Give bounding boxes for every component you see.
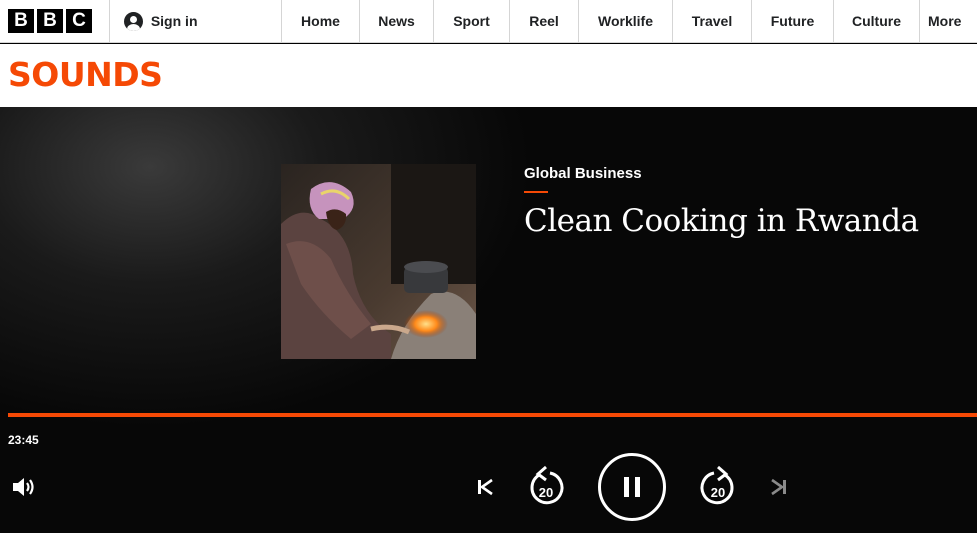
elapsed-time: 23:45 (8, 433, 39, 447)
bbc-top-navigation: B B C Sign in Home News Sport Reel Workl… (0, 0, 977, 43)
nav-link-future[interactable]: Future (751, 0, 833, 42)
nav-link-reel[interactable]: Reel (509, 0, 578, 42)
nav-link-more[interactable]: More (919, 0, 977, 42)
rewind-seconds: 20 (538, 485, 554, 500)
nav-links: Home News Sport Reel Worklife Travel Fut… (281, 0, 977, 42)
nav-link-news[interactable]: News (359, 0, 433, 42)
user-account-icon (123, 11, 143, 31)
programme-title-accent (524, 191, 548, 193)
sign-in-link[interactable]: Sign in (108, 0, 281, 42)
skip-previous-icon (478, 478, 493, 496)
pause-icon (624, 477, 640, 497)
bbc-logo-letter: B (8, 9, 34, 33)
nav-link-culture[interactable]: Culture (833, 0, 919, 42)
volume-button[interactable] (10, 474, 40, 500)
rewind-20-button[interactable]: 20 (526, 465, 566, 509)
forward-seconds: 20 (710, 485, 726, 500)
nav-link-worklife[interactable]: Worklife (578, 0, 672, 42)
audio-player: Global Business Clean Cooking in Rwanda … (0, 107, 977, 533)
nav-link-sport[interactable]: Sport (433, 0, 509, 42)
forward-20-button[interactable]: 20 (698, 465, 738, 509)
nav-link-travel[interactable]: Travel (672, 0, 751, 42)
volume-icon (13, 478, 34, 496)
programme-title-link[interactable]: Global Business (524, 165, 642, 182)
skip-next-button[interactable] (768, 475, 790, 499)
sounds-logo[interactable]: SOUNDS (8, 57, 163, 93)
episode-title: Clean Cooking in Rwanda (524, 203, 919, 239)
skip-previous-button[interactable] (474, 475, 496, 499)
bbc-logo-letter: C (66, 9, 92, 33)
sign-in-label: Sign in (150, 13, 198, 29)
bbc-logo-letter: B (37, 9, 63, 33)
skip-next-icon (771, 478, 786, 496)
nav-link-home[interactable]: Home (281, 0, 359, 42)
episode-artwork (281, 164, 476, 359)
pause-button[interactable] (598, 453, 666, 521)
sounds-header: SOUNDS (0, 44, 977, 107)
progress-bar[interactable] (8, 413, 977, 417)
bbc-logo[interactable]: B B C (0, 0, 109, 42)
